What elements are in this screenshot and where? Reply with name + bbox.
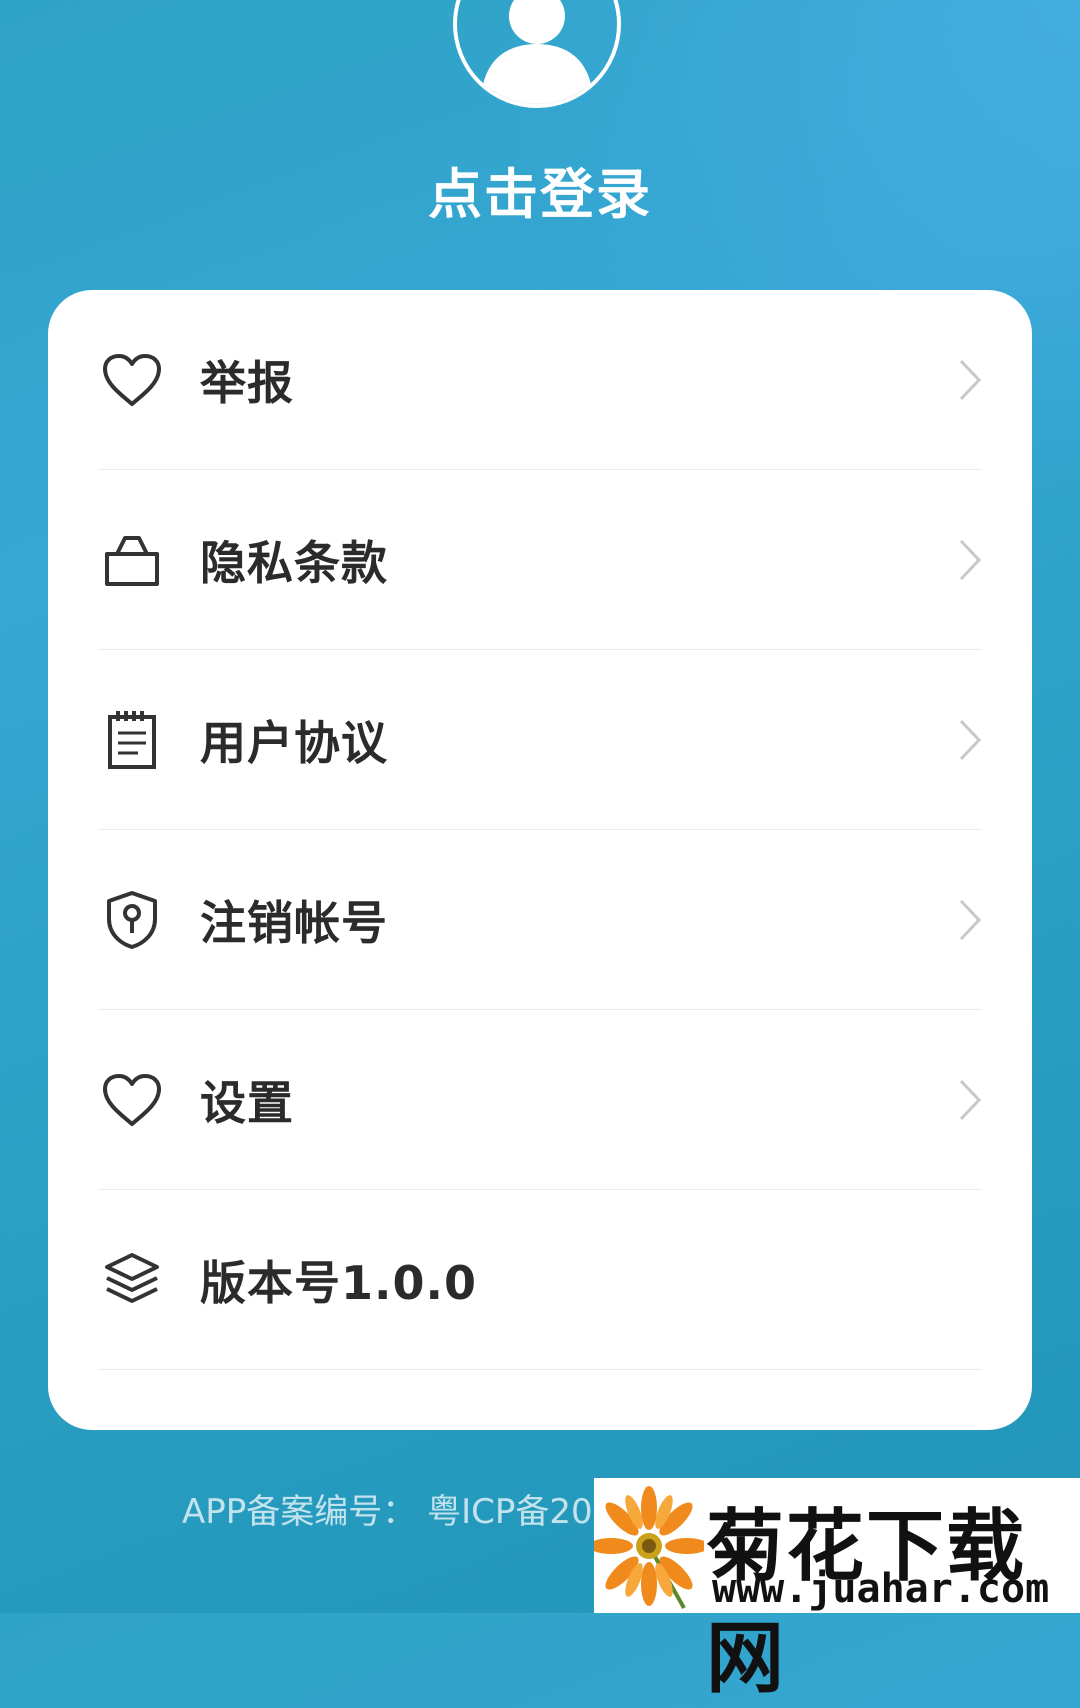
chevron-right-icon — [959, 1079, 982, 1120]
notepad-icon — [100, 708, 164, 772]
menu-item-privacy[interactable]: 隐私条款 — [98, 470, 982, 650]
menu-item-label: 隐私条款 — [200, 535, 388, 590]
layers-icon — [100, 1248, 164, 1312]
menu-item-settings[interactable]: 设置 — [98, 1010, 982, 1190]
icp-record: APP备案编号： 粤ICP备20 — [182, 1492, 593, 1532]
shield-keyhole-icon — [100, 888, 164, 952]
watermark-url: www.juahar.com — [712, 1566, 1050, 1612]
menu-item-delete-account[interactable]: 注销帐号 — [98, 830, 982, 1010]
bag-icon — [100, 528, 164, 592]
chevron-right-icon — [959, 539, 982, 580]
watermark: 菊花下载网 www.juahar.com — [594, 1478, 1080, 1704]
chevron-right-icon — [959, 719, 982, 760]
login-prompt[interactable]: 点击登录 — [0, 150, 1080, 229]
menu-item-label: 版本号1.0.0 — [200, 1255, 477, 1310]
heart-icon — [100, 348, 164, 412]
menu-item-label: 举报 — [200, 355, 294, 410]
flower-logo-icon — [594, 1486, 704, 1609]
menu-item-label: 注销帐号 — [200, 895, 388, 950]
menu-card: 举报 隐私条款 用户协议 注销帐号 设置 版本号1.0.0 — [48, 290, 1032, 1430]
heart-icon — [100, 1068, 164, 1132]
menu-item-version: 版本号1.0.0 — [98, 1190, 982, 1370]
menu-item-label: 设置 — [200, 1075, 294, 1130]
menu-item-label: 用户协议 — [200, 715, 388, 770]
chevron-right-icon — [959, 899, 982, 940]
menu-item-user-agreement[interactable]: 用户协议 — [98, 650, 982, 830]
chevron-right-icon — [959, 359, 982, 400]
menu-item-report[interactable]: 举报 — [98, 290, 982, 470]
